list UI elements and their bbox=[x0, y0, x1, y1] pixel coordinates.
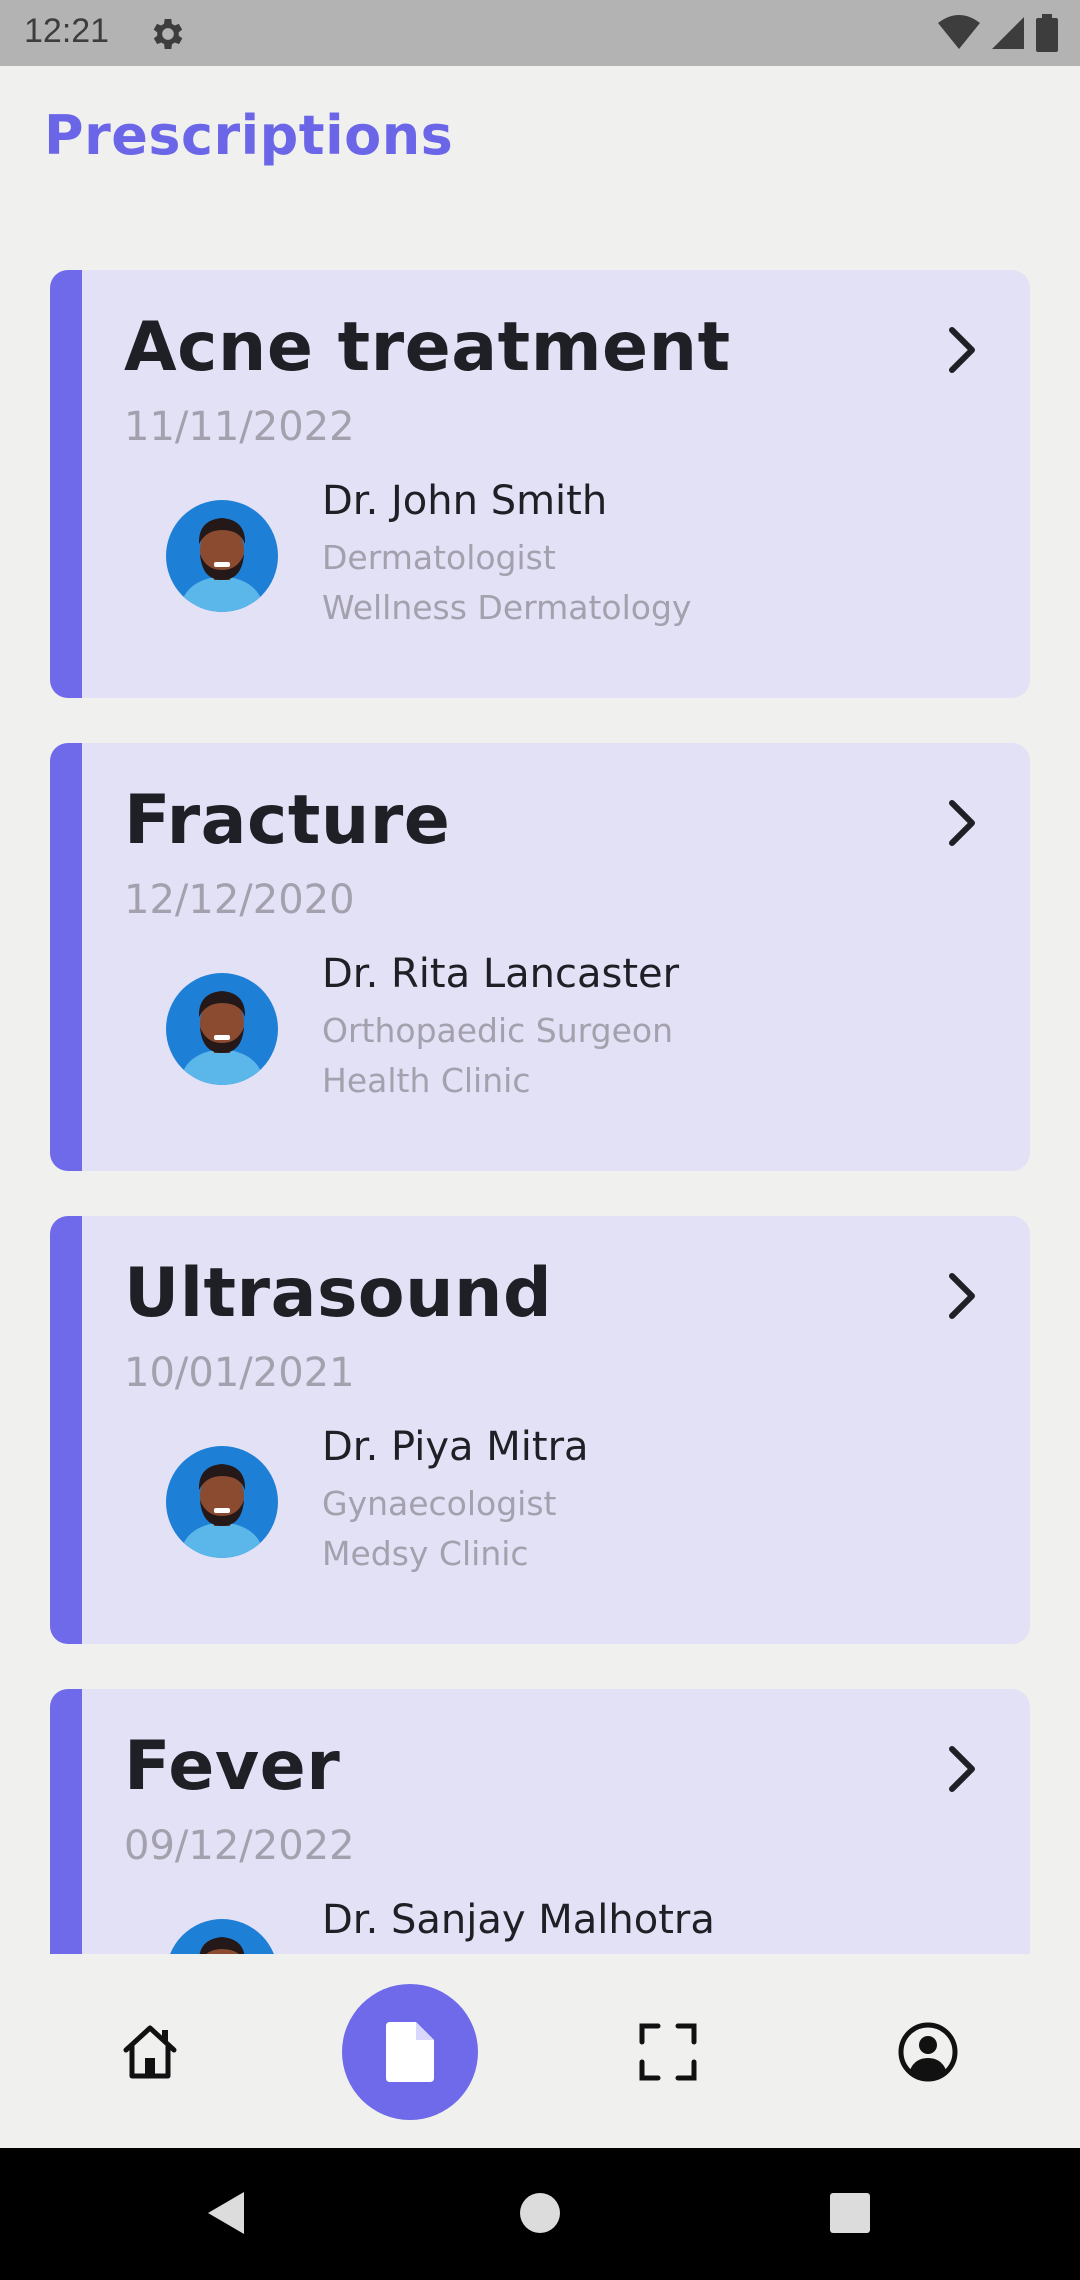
card-accent-bar bbox=[50, 743, 82, 1171]
doctor-avatar bbox=[166, 973, 278, 1085]
doctor-specialty: Orthopaedic Surgeon bbox=[322, 1011, 674, 1050]
status-icons bbox=[938, 14, 1058, 52]
prescription-card[interactable]: Acne treatment 11/11/2022 Dr. John Smith… bbox=[50, 270, 1030, 698]
system-navigation-bar bbox=[0, 2148, 1080, 2280]
doctor-avatar bbox=[166, 500, 278, 612]
wifi-icon bbox=[938, 15, 980, 49]
prescription-card[interactable]: Fever 09/12/2022 Dr. Sanjay Malhotra bbox=[50, 1689, 1030, 1954]
card-date: 12/12/2020 bbox=[124, 877, 355, 923]
home-icon bbox=[123, 2025, 177, 2079]
doctor-name: Dr. Sanjay Malhotra bbox=[322, 1897, 715, 1943]
doctor-clinic: Wellness Dermatology bbox=[322, 588, 692, 627]
battery-icon bbox=[1036, 14, 1058, 52]
status-time: 12:21 bbox=[24, 12, 110, 50]
signal-icon bbox=[992, 17, 1024, 49]
doctor-name: Dr. Rita Lancaster bbox=[322, 951, 680, 997]
card-accent-bar bbox=[50, 1689, 82, 1954]
nav-scan-button[interactable] bbox=[600, 1984, 736, 2120]
chevron-right-icon[interactable] bbox=[940, 1741, 984, 1797]
chevron-right-icon[interactable] bbox=[940, 795, 984, 851]
scan-icon bbox=[639, 2023, 697, 2081]
prescription-list[interactable]: Acne treatment 11/11/2022 Dr. John Smith… bbox=[0, 232, 1080, 1954]
card-accent-bar bbox=[50, 270, 82, 698]
doctor-avatar bbox=[166, 1919, 278, 1954]
chevron-right-icon[interactable] bbox=[940, 322, 984, 378]
nav-account-button[interactable] bbox=[860, 1984, 996, 2120]
bottom-navigation bbox=[0, 1954, 1080, 2148]
account-icon bbox=[898, 2022, 958, 2082]
doctor-clinic: Health Clinic bbox=[322, 1061, 531, 1100]
chevron-right-icon[interactable] bbox=[940, 1268, 984, 1324]
recents-icon[interactable] bbox=[828, 2188, 872, 2238]
card-date: 11/11/2022 bbox=[124, 404, 355, 450]
document-icon bbox=[386, 2022, 434, 2082]
card-accent-bar bbox=[50, 1216, 82, 1644]
card-date: 10/01/2021 bbox=[124, 1350, 355, 1396]
card-date: 09/12/2022 bbox=[124, 1823, 355, 1869]
status-bar: 12:21 bbox=[0, 0, 1080, 66]
settings-gear-icon bbox=[153, 19, 183, 49]
doctor-name: Dr. John Smith bbox=[322, 478, 608, 524]
page-title: Prescriptions bbox=[44, 104, 454, 167]
doctor-specialty: Gynaecologist bbox=[322, 1484, 557, 1523]
prescription-card[interactable]: Fracture 12/12/2020 Dr. Rita Lancaster O… bbox=[50, 743, 1030, 1171]
card-title: Fever bbox=[124, 1727, 341, 1806]
doctor-avatar bbox=[166, 1446, 278, 1558]
prescription-card[interactable]: Ultrasound 10/01/2021 Dr. Piya Mitra Gyn… bbox=[50, 1216, 1030, 1644]
card-title: Ultrasound bbox=[124, 1254, 553, 1333]
nav-home-button[interactable] bbox=[82, 1984, 218, 2120]
doctor-name: Dr. Piya Mitra bbox=[322, 1424, 589, 1470]
card-title: Fracture bbox=[124, 781, 451, 860]
nav-prescriptions-button[interactable] bbox=[342, 1984, 478, 2120]
back-icon[interactable] bbox=[204, 2188, 248, 2238]
doctor-specialty: Dermatologist bbox=[322, 538, 556, 577]
home-circle-icon[interactable] bbox=[518, 2188, 562, 2238]
doctor-clinic: Medsy Clinic bbox=[322, 1534, 529, 1573]
card-title: Acne treatment bbox=[124, 308, 731, 387]
